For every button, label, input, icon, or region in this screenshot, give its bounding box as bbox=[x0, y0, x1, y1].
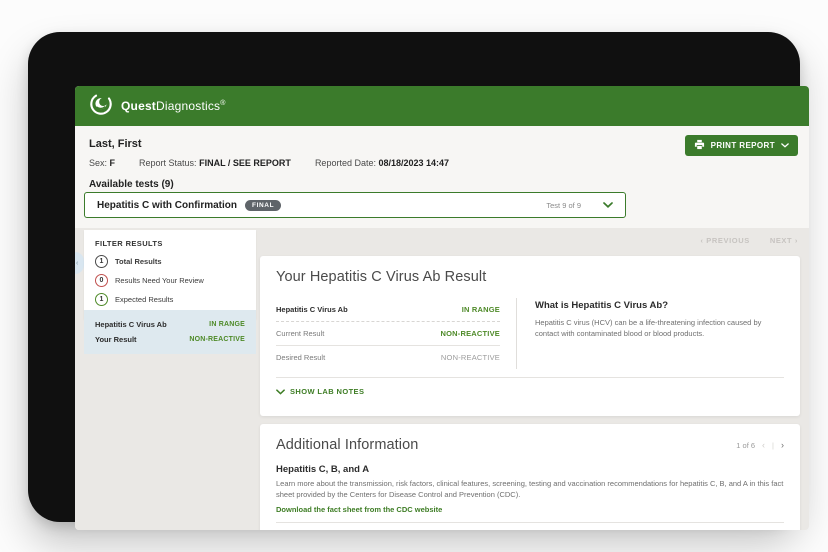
horizontal-divider bbox=[276, 377, 784, 378]
info-text: Hepatitis C virus (HCV) can be a life-th… bbox=[535, 318, 762, 339]
selected-test-name: Hepatitis C with Confirmation bbox=[97, 199, 237, 211]
test-position: Test 9 of 9 bbox=[546, 200, 581, 210]
page: QuestDiagnostics® Last, First Sex: F Rep… bbox=[0, 0, 828, 552]
sidebar-result-item[interactable]: Hepatitis C Virus Ab IN RANGE Your Resul… bbox=[84, 310, 256, 354]
test-selector-dropdown[interactable]: Hepatitis C with Confirmation FINAL Test… bbox=[84, 192, 626, 218]
total-results-count: 1 bbox=[95, 255, 108, 268]
brand-name: QuestDiagnostics® bbox=[121, 99, 226, 113]
brand-header: QuestDiagnostics® bbox=[75, 86, 809, 126]
filter-label: Expected Results bbox=[115, 295, 174, 304]
row-value: NON-REACTIVE bbox=[440, 329, 500, 338]
available-tests-label: Available tests (9) bbox=[89, 179, 174, 190]
table-row: Desired Result NON-REACTIVE bbox=[276, 346, 500, 369]
quest-logo-icon bbox=[89, 92, 113, 121]
info-title: What is Hepatitis C Virus Ab? bbox=[535, 300, 669, 311]
filter-results-title: FILTER RESULTS bbox=[95, 239, 163, 248]
result-item-name: Hepatitis C Virus Ab bbox=[95, 320, 167, 329]
result-item-status: IN RANGE bbox=[209, 321, 245, 328]
printer-icon bbox=[694, 139, 705, 152]
additional-info-title: Additional Information bbox=[276, 437, 419, 453]
filter-expected-results[interactable]: 1 Expected Results bbox=[95, 293, 245, 306]
patient-meta-row: Sex: F Report Status: FINAL / SEE REPORT… bbox=[89, 158, 449, 168]
pager-previous-icon[interactable]: ‹ bbox=[762, 440, 765, 450]
result-item-row2-value: NON-REACTIVE bbox=[189, 336, 245, 343]
horizontal-divider bbox=[276, 521, 784, 523]
row-label: Current Result bbox=[276, 329, 325, 338]
brand-name-bold: Quest bbox=[121, 99, 157, 113]
pager-separator: | bbox=[772, 440, 774, 450]
results-region: ‹ FILTER RESULTS 1 Total Results 0 Resul… bbox=[75, 228, 809, 530]
additional-info-card: Additional Information 1 of 6 ‹ | › Hepa… bbox=[260, 424, 800, 530]
result-info-panel: What is Hepatitis C Virus Ab? Hepatitis … bbox=[535, 298, 784, 369]
filter-need-review[interactable]: 0 Results Need Your Review bbox=[95, 274, 245, 287]
print-report-label: PRINT REPORT bbox=[710, 141, 775, 150]
final-status-badge: FINAL bbox=[245, 199, 282, 211]
patient-sex: Sex: F bbox=[89, 158, 115, 168]
table-row: Current Result NON-REACTIVE bbox=[276, 322, 500, 346]
next-button[interactable]: NEXT › bbox=[770, 236, 798, 245]
quest-logo: QuestDiagnostics® bbox=[89, 92, 226, 121]
sidebar-collapse-handle[interactable]: ‹ bbox=[75, 252, 84, 274]
fact-sheet-text: Learn more about the transmission, risk … bbox=[276, 479, 784, 500]
chevron-left-icon: ‹ bbox=[76, 259, 79, 267]
report-status-label: Report Status: bbox=[139, 158, 197, 168]
reported-date-label: Reported Date: bbox=[314, 158, 376, 168]
row-value: IN RANGE bbox=[461, 305, 500, 314]
expected-results-count: 1 bbox=[95, 293, 108, 306]
chevron-down-icon bbox=[276, 388, 285, 395]
result-item-row2-label: Your Result bbox=[95, 335, 137, 344]
print-report-button[interactable]: PRINT REPORT bbox=[684, 135, 798, 156]
row-value: NON-REACTIVE bbox=[440, 353, 500, 362]
row-label: Hepatitis C Virus Ab bbox=[276, 305, 348, 314]
patient-name: Last, First bbox=[89, 138, 142, 150]
show-lab-notes-label: SHOW LAB NOTES bbox=[290, 387, 365, 396]
row-label: Desired Result bbox=[276, 353, 326, 362]
vertical-divider bbox=[516, 298, 517, 369]
result-table: Hepatitis C Virus Ab IN RANGE Current Re… bbox=[276, 298, 516, 369]
result-card-title: Your Hepatitis C Virus Ab Result bbox=[276, 269, 487, 285]
brand-name-light: Diagnostics bbox=[156, 99, 221, 113]
need-review-count: 0 bbox=[95, 274, 108, 287]
main-column: ‹ PREVIOUS NEXT › Your Hepatitis C Virus… bbox=[260, 228, 800, 530]
report-status-value: FINAL / SEE REPORT bbox=[199, 158, 291, 168]
previous-button[interactable]: ‹ PREVIOUS bbox=[700, 236, 749, 245]
filter-label: Total Results bbox=[115, 257, 162, 266]
additional-info-pager: 1 of 6 ‹ | › bbox=[736, 440, 784, 450]
sex-value: F bbox=[109, 158, 116, 168]
brand-trademark: ® bbox=[220, 100, 226, 107]
report-status: Report Status: FINAL / SEE REPORT bbox=[139, 158, 291, 168]
result-card: Your Hepatitis C Virus Ab Result Hepatit… bbox=[260, 256, 800, 416]
table-row: Hepatitis C Virus Ab IN RANGE bbox=[276, 298, 500, 322]
filter-results-panel: FILTER RESULTS 1 Total Results 0 Results… bbox=[84, 230, 256, 319]
results-pagination: ‹ PREVIOUS NEXT › bbox=[700, 236, 798, 245]
tablet-frame: QuestDiagnostics® Last, First Sex: F Rep… bbox=[28, 32, 809, 530]
reported-date-value: 08/18/2023 14:47 bbox=[378, 158, 450, 168]
cdc-fact-sheet-link[interactable]: Download the fact sheet from the CDC web… bbox=[276, 505, 442, 514]
filter-label: Results Need Your Review bbox=[115, 276, 204, 285]
pager-next-icon[interactable]: › bbox=[781, 440, 784, 450]
chevron-down-icon bbox=[603, 202, 613, 208]
app-screen: QuestDiagnostics® Last, First Sex: F Rep… bbox=[75, 86, 809, 530]
sex-label: Sex: bbox=[89, 158, 108, 168]
reported-date: Reported Date: 08/18/2023 14:47 bbox=[315, 158, 449, 168]
filter-total-results[interactable]: 1 Total Results bbox=[95, 255, 245, 268]
chevron-down-icon bbox=[781, 143, 789, 148]
fact-sheet-title: Hepatitis C, B, and A bbox=[276, 464, 370, 475]
show-lab-notes-toggle[interactable]: SHOW LAB NOTES bbox=[276, 387, 364, 396]
page-indicator: 1 of 6 bbox=[736, 440, 756, 450]
